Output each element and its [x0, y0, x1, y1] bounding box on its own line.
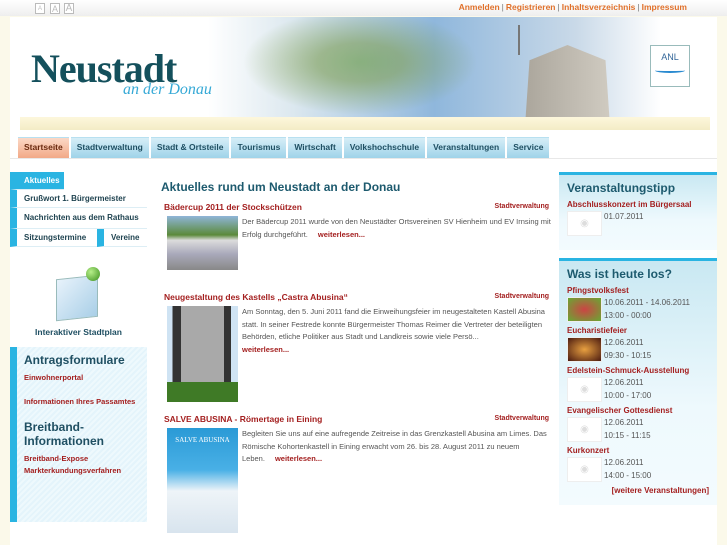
register-link[interactable]: Registrieren: [506, 2, 556, 12]
sitemap-link[interactable]: Inhaltsverzeichnis: [562, 2, 636, 12]
tab-service[interactable]: Service: [507, 137, 550, 158]
tree-branches-image: [210, 17, 510, 130]
sidebar-item-aktuelles[interactable]: Aktuelles: [10, 172, 64, 190]
news-category[interactable]: Stadtverwaltung: [495, 203, 549, 210]
camera-placeholder-icon: ◉: [567, 417, 602, 442]
divider: [10, 158, 717, 159]
passamt-link[interactable]: Informationen Ihres Passamtes: [24, 396, 140, 408]
read-more-link[interactable]: weiterlesen...: [318, 230, 365, 239]
tab-tourismus[interactable]: Tourismus: [231, 137, 287, 158]
event-date: 01.07.2011: [604, 212, 644, 221]
imprint-link[interactable]: Impressum: [642, 2, 687, 12]
event-title[interactable]: Kurkonzert: [567, 446, 709, 455]
einwohnerportal-link[interactable]: Einwohnerportal: [24, 372, 140, 384]
read-more-link[interactable]: weiterlesen...: [275, 454, 322, 463]
town-crest-logo: ANL: [650, 45, 690, 87]
event-time: 10:15 - 11:15: [604, 430, 651, 440]
broadband-heading: Breitband-Informationen: [24, 420, 104, 448]
tab-wirtschaft[interactable]: Wirtschaft: [288, 137, 342, 158]
event-tip-box: Veranstaltungstipp Abschlusskonzert im B…: [559, 172, 717, 250]
font-size-medium-button[interactable]: A: [50, 3, 60, 14]
news-text: Am Sonntag, den 5. Juni 2011 fand die Ei…: [242, 307, 545, 341]
sidebar-item-grusswort[interactable]: Grußwort 1. Bürgermeister: [10, 190, 147, 208]
tab-volkshochschule[interactable]: Volkshochschule: [343, 137, 426, 158]
event-time: 10:00 - 17:00: [604, 390, 652, 400]
event-time: 09:30 - 10:15: [604, 350, 652, 360]
map-icon[interactable]: [51, 267, 107, 322]
event-tip-heading: Veranstaltungstipp: [567, 181, 676, 195]
site-logo-subtitle: an der Donau: [123, 81, 212, 98]
tab-startseite[interactable]: Startseite: [18, 137, 69, 158]
event-date: 10.06.2011 - 14.06.2011: [604, 298, 690, 307]
news-text: Der Bädercup 2011 wurde von den Neustädt…: [242, 217, 551, 239]
page-wrapper: Neustadt an der Donau ANL Startseite Sta…: [10, 17, 717, 545]
forms-heading: Antragsformulare: [24, 353, 125, 367]
more-events-link[interactable]: [weitere Veranstaltungen]: [567, 486, 709, 495]
sidebar-item-vereine[interactable]: Vereine: [97, 229, 147, 247]
sidebar-item-nachrichten[interactable]: Nachrichten aus dem Rathaus: [10, 208, 147, 229]
event-item: Edelstein-Schmuck-Ausstellung ◉ 12.06.201…: [567, 366, 709, 402]
top-links: Anmelden | Registrieren | Inhaltsverzeichnis…: [458, 2, 687, 12]
cross-image: [518, 25, 520, 55]
today-heading: Was ist heute los?: [567, 267, 672, 281]
news-section: Aktuelles rund um Neustadt an der Donau …: [155, 180, 553, 541]
event-date: 12.06.2011: [604, 458, 644, 467]
event-title[interactable]: Pfingstvolksfest: [567, 286, 709, 295]
camera-placeholder-icon: ◉: [567, 211, 602, 236]
event-item: Kurkonzert ◉ 12.06.2011 14:00 - 15:00: [567, 446, 709, 482]
tab-veranstaltungen[interactable]: Veranstaltungen: [427, 137, 506, 158]
header-banner: Neustadt an der Donau ANL: [10, 17, 717, 130]
crest-text: ANL: [661, 52, 679, 62]
event-thumbnail: [567, 297, 602, 322]
camera-placeholder-icon: ◉: [567, 457, 602, 482]
forms-box: Antragsformulare Einwohnerportal Informa…: [10, 347, 147, 522]
today-events-box: Was ist heute los? Pfingstvolksfest 10.0…: [559, 258, 717, 505]
right-sidebar: Veranstaltungstipp Abschlusskonzert im B…: [559, 172, 717, 513]
banner-ground: [20, 117, 710, 130]
event-date: 12.06.2011: [604, 338, 644, 347]
event-item: Eucharistiefeier 12.06.2011 09:30 - 10:15: [567, 326, 709, 362]
font-size-small-button[interactable]: A: [35, 3, 45, 14]
tab-stadtverwaltung[interactable]: Stadtverwaltung: [70, 137, 149, 158]
tab-stadt-ortsteile[interactable]: Stadt & Ortsteile: [150, 137, 230, 158]
crest-wave: [655, 68, 685, 73]
broadband-expose-link[interactable]: Breitband-Expose Markterkundungsverfahre…: [24, 453, 140, 477]
event-item: Pfingstvolksfest 10.06.2011 - 14.06.2011…: [567, 286, 709, 322]
news-category[interactable]: Stadtverwaltung: [495, 293, 549, 300]
news-thumbnail[interactable]: [167, 306, 238, 402]
news-category[interactable]: Stadtverwaltung: [495, 415, 549, 422]
event-date: 12.06.2011: [604, 418, 644, 427]
event-thumbnail: [567, 337, 602, 362]
event-title[interactable]: Evangelischer Gottesdienst: [567, 406, 709, 415]
event-item: Evangelischer Gottesdienst ◉ 12.06.2011 10…: [567, 406, 709, 442]
event-date: 12.06.2011: [604, 378, 644, 387]
read-more-link[interactable]: weiterlesen...: [242, 345, 289, 354]
sidebar-item-sitzungstermine[interactable]: Sitzungstermine: [10, 229, 97, 247]
event-title[interactable]: Eucharistiefeier: [567, 326, 709, 335]
news-item: Bädercup 2011 der Stockschützen Stadtver…: [155, 202, 553, 270]
event-time: 14:00 - 15:00: [604, 470, 652, 480]
page-title: Aktuelles rund um Neustadt an der Donau: [161, 180, 401, 194]
font-size-large-button[interactable]: A: [64, 3, 74, 14]
news-item: SALVE ABUSINA - Römertage in Eining Stad…: [155, 414, 553, 533]
news-poster[interactable]: SALVE ABUSINA: [167, 428, 238, 533]
event-title[interactable]: Abschlusskonzert im Bürgersaal: [567, 200, 709, 209]
news-item: Neugestaltung des Kastells „Castra Abusi…: [155, 292, 553, 402]
top-bar: A A A Anmelden | Registrieren | Inhaltsverze…: [0, 0, 727, 16]
left-sidebar: Aktuelles Grußwort 1. Bürgermeister Nach…: [10, 172, 147, 522]
event-time: 13:00 - 00:00: [604, 310, 652, 320]
camera-placeholder-icon: ◉: [567, 377, 602, 402]
news-thumbnail[interactable]: [167, 216, 238, 270]
event-title[interactable]: Edelstein-Schmuck-Ausstellung: [567, 366, 709, 375]
city-map-link[interactable]: Interaktiver Stadtplan: [10, 327, 147, 337]
main-nav: Startseite Stadtverwaltung Stadt & Ortst…: [18, 137, 550, 158]
login-link[interactable]: Anmelden: [459, 2, 500, 12]
